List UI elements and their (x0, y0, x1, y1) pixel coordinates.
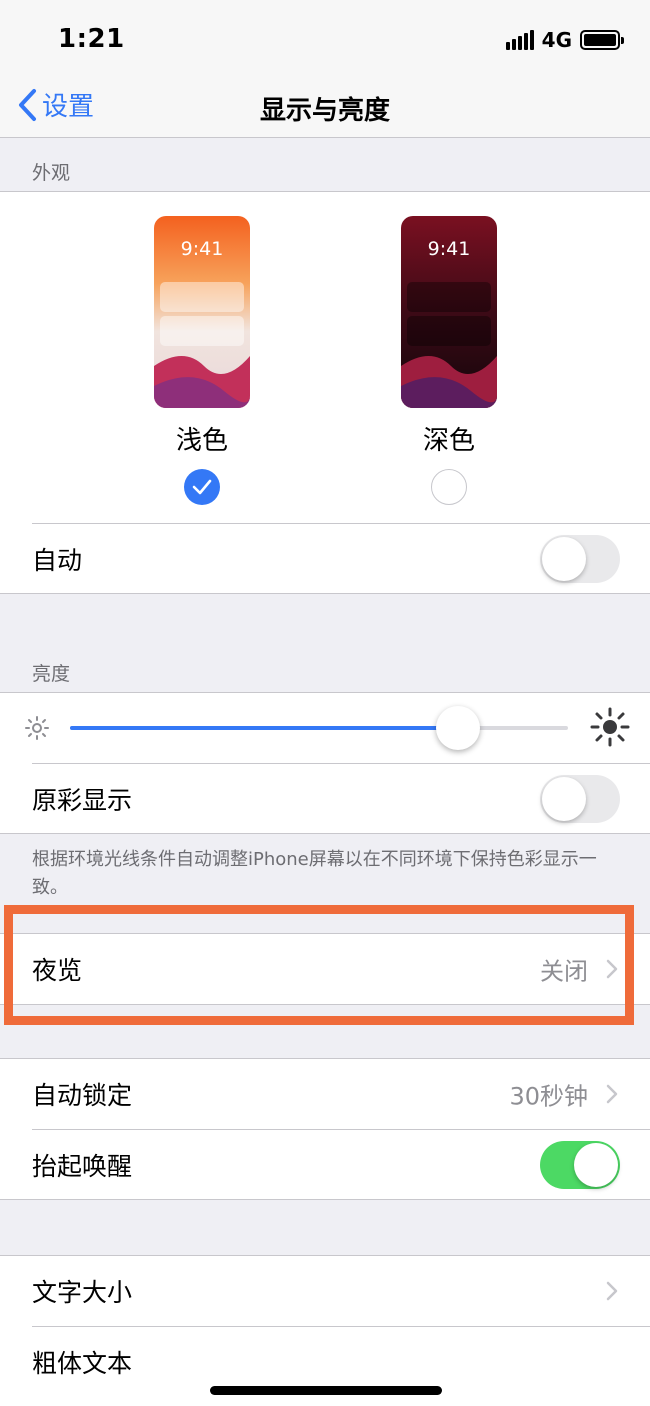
auto-appearance-label: 自动 (32, 546, 83, 575)
true-tone-row: 原彩显示 (0, 764, 650, 834)
light-preview-time: 9:41 (180, 238, 224, 260)
raise-to-wake-label: 抬起唤醒 (32, 1152, 133, 1181)
chevron-right-icon (606, 1084, 618, 1104)
home-indicator (210, 1386, 442, 1395)
light-mode-label: 浅色 (175, 426, 228, 456)
brightness-slider[interactable] (70, 706, 568, 750)
true-tone-label: 原彩显示 (32, 786, 133, 815)
auto-lock-value: 30秒钟 (509, 1082, 588, 1111)
auto-lock-row[interactable]: 自动锁定 30秒钟 (0, 1059, 650, 1129)
text-group: 文字大小 粗体文本 (0, 1255, 650, 1406)
auto-lock-label: 自动锁定 (32, 1081, 133, 1110)
status-time: 1:21 (58, 24, 125, 54)
brightness-slider-knob[interactable] (436, 706, 481, 750)
page-title: 显示与亮度 (259, 96, 390, 126)
raise-to-wake-row: 抬起唤醒 (0, 1130, 650, 1200)
highlight-annotation (4, 905, 634, 1025)
checkmark-icon (192, 479, 212, 495)
dark-mode-radio[interactable] (431, 469, 467, 505)
true-tone-toggle[interactable] (540, 775, 620, 823)
dark-mode-option[interactable]: 9:41 深色 (401, 216, 497, 505)
true-tone-footnote: 根据环境光线条件自动调整iPhone屏幕以在不同环境下保持色彩显示一致。 (32, 849, 597, 898)
light-mode-option[interactable]: 9:41 浅色 (154, 216, 250, 505)
dark-preview-time: 9:41 (427, 238, 471, 260)
brightness-slider-row (0, 693, 650, 763)
auto-appearance-row: 自动 (0, 524, 650, 594)
network-type: 4G (541, 28, 572, 52)
appearance-header: 外观 (32, 162, 71, 184)
light-mode-radio-selected[interactable] (184, 469, 220, 505)
chevron-right-icon (606, 1281, 618, 1301)
brightness-header: 亮度 (32, 663, 71, 685)
lock-group: 自动锁定 30秒钟 抬起唤醒 (0, 1058, 650, 1200)
brightness-slider-fill (70, 726, 459, 730)
brightness-group: 原彩显示 (0, 692, 650, 834)
dark-mode-label: 深色 (422, 426, 475, 456)
text-size-row[interactable]: 文字大小 (0, 1256, 650, 1326)
appearance-group: 9:41 浅色 9:41 深色 自动 (0, 191, 650, 594)
dark-mode-preview: 9:41 (401, 216, 497, 408)
navigation-bar: 设置 显示与亮度 (0, 80, 650, 138)
sun-large-icon (590, 707, 630, 747)
signal-icon (505, 30, 534, 50)
battery-icon (580, 30, 624, 50)
text-size-label: 文字大小 (32, 1278, 133, 1307)
light-mode-preview: 9:41 (154, 216, 250, 408)
sun-small-icon (25, 716, 49, 740)
status-indicators: 4G (505, 28, 624, 52)
bold-text-label: 粗体文本 (32, 1349, 133, 1378)
raise-to-wake-toggle[interactable] (540, 1141, 620, 1189)
status-bar: 1:21 4G (0, 0, 650, 80)
auto-appearance-toggle[interactable] (540, 535, 620, 583)
